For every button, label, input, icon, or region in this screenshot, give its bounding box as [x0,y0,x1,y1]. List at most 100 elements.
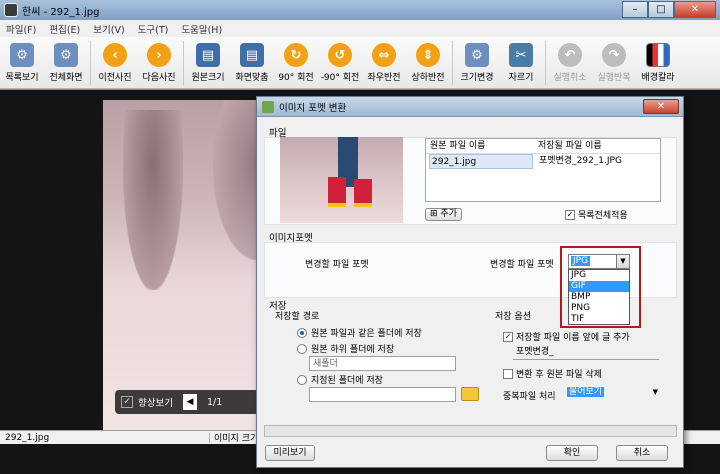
thumbnail-boot [354,179,372,207]
toolbar: ⚙ 목록보기 ⚙ 전체화면 ‹ 이전사진 › 다음사진 ▤ 원본크기 ▤ 화면맞춤 ↻ 90°… [0,37,720,89]
toolbar-redo-button[interactable]: ↷ 실행반복 [592,37,636,89]
radio-dot [297,374,307,385]
menu-file[interactable]: 파일(F) [6,22,36,36]
menu-help[interactable]: 도움말(H) [181,22,222,36]
fullscreen-icon: ⚙ [54,43,78,67]
toolbar-prev-button[interactable]: ‹ 이전사진 [93,37,137,89]
toolbar-fit-screen-button[interactable]: ▤ 화면맞춤 [230,37,274,89]
col-saved-header: 저장될 파일 이름 [538,141,602,151]
checkbox-box [503,368,513,379]
toolbar-flip-horizontal-button[interactable]: ⇔ 좌우반전 [362,37,406,89]
rotate-right-icon: ↻ [284,43,308,67]
toolbar-separator [545,41,546,85]
viewer-control-bar: ✓ 향상보기 ◀ 1/1 [115,390,260,414]
flip-vertical-icon: ⇕ [416,43,440,67]
toolbar-label: 상하반전 [411,73,445,83]
dialog-title-bar: 이미지 포멧 변환 ✕ [257,97,683,117]
rotate-left-icon: ↺ [328,43,352,67]
toolbar-undo-button[interactable]: ↶ 실행취소 [548,37,592,89]
thumbnail-image [280,137,403,223]
dialog-title: 이미지 포멧 변환 [279,102,347,114]
toolbar-flip-vertical-button[interactable]: ⇕ 상하반전 [406,37,450,89]
window-title: 한씨 - 292_1.jpg [22,6,100,18]
toolbar-label: 90° 회전 [278,73,314,83]
add-file-button[interactable]: ⊞ 추가 [425,208,462,221]
menu-tools[interactable]: 도구(T) [138,22,169,36]
dialog-close-button[interactable]: ✕ [643,99,679,114]
menu-edit[interactable]: 편집(E) [49,22,80,36]
prev-arrow-icon: ‹ [103,43,127,67]
saved-filename: 포멧변경_292_1.JPG [539,156,622,166]
toolbar-separator [90,41,91,85]
file-list-row[interactable]: 292_1.jpg 포멧변경_292_1.JPG [426,154,660,169]
checkbox-box: ✓ [565,209,575,220]
crop-icon: ✂ [509,43,533,67]
radio-subfolder[interactable]: 원본 하위 폴더에 저장 [297,342,394,355]
prev-page-button[interactable]: ◀ [182,394,197,410]
radio-same-folder[interactable]: 원본 파일과 같은 폴더에 저장 [297,326,422,339]
toolbar-rotate-right-button[interactable]: ↻ 90° 회전 [274,37,318,89]
toolbar-label: 좌우반전 [367,73,401,83]
toolbar-fullscreen-button[interactable]: ⚙ 전체화면 [44,37,88,89]
add-button-label: 추가 [440,209,457,219]
format-label-left: 변경할 파일 포멧 [305,260,369,270]
save-options-label: 저장 옵션 [495,312,531,322]
file-list[interactable]: 원본 파일 이름 저장될 파일 이름 292_1.jpg 포멧변경_292_1.… [425,138,661,202]
toolbar-crop-button[interactable]: ✂ 자르기 [499,37,543,89]
ok-button[interactable]: 확인 [546,445,598,461]
toolbar-separator [183,41,184,85]
prefix-checkbox[interactable]: ✓ 저장할 파일 이름 앞에 글 추가 [503,330,630,343]
minimize-button[interactable]: – [622,1,648,18]
duplicate-select[interactable]: 물어보기 ▼ [565,386,661,401]
folder-browse-icon[interactable] [461,387,479,401]
prefix-label: 저장할 파일 이름 앞에 글 추가 [516,333,630,343]
toolbar-background-color-button[interactable]: 배경칼라 [636,37,680,89]
custom-folder-input[interactable] [309,387,456,402]
toolbar-next-button[interactable]: › 다음사진 [137,37,181,89]
toolbar-label: 이전사진 [98,73,132,83]
toolbar-label: 전체화면 [49,73,83,83]
menu-view[interactable]: 보기(V) [93,22,124,36]
radio-dot [297,343,307,354]
menu-bar: 파일(F) 편집(E) 보기(V) 도구(T) 도움말(H) [0,20,720,37]
highlight-box [560,246,641,328]
flip-horizontal-icon: ⇔ [372,43,396,67]
app-window: 한씨 - 292_1.jpg – □ ✕ 파일(F) 편집(E) 보기(V) 도… [0,0,720,474]
prefix-input[interactable]: 포멧변경_ [513,345,659,360]
preview-button[interactable]: 미리보기 [265,445,315,461]
radio-sub-label: 원본 하위 폴더에 저장 [311,345,395,355]
snow-tree [123,110,183,290]
radio-dot [297,327,307,338]
format-convert-dialog: 이미지 포멧 변환 ✕ 파일 원본 파일 이름 저장될 파일 이름 292_1.… [256,96,684,468]
toolbar-label: 원본크기 [191,73,225,83]
app-icon [4,3,18,17]
radio-custom-folder[interactable]: 지정된 폴더에 저장 [297,373,383,386]
toolbar-resize-button[interactable]: ⚙ 크기변경 [455,37,499,89]
close-button[interactable]: ✕ [674,1,716,18]
toolbar-label: 실행취소 [553,73,587,83]
window-controls: – □ ✕ [622,1,716,18]
delete-original-label: 변환 후 원본 파일 삭제 [516,370,602,380]
toolbar-original-size-button[interactable]: ▤ 원본크기 [186,37,230,89]
thumbnail-boot [328,177,346,207]
radio-same-label: 원본 파일과 같은 폴더에 저장 [311,329,422,339]
file-list-header: 원본 파일 이름 저장될 파일 이름 [426,139,660,154]
dialog-icon [262,100,274,113]
status-filename: 292_1.jpg [0,432,210,443]
cancel-button[interactable]: 취소 [616,445,668,461]
fit-screen-icon: ▤ [240,43,264,67]
delete-original-checkbox[interactable]: 변환 후 원본 파일 삭제 [503,367,602,380]
toolbar-label: 크기변경 [460,73,494,83]
original-size-icon: ▤ [196,43,220,67]
save-path-label: 저장할 경로 [275,312,320,322]
format-label-right: 변경할 파일 포멧 [490,260,554,270]
original-filename: 292_1.jpg [429,154,533,169]
apply-all-label: 목록전체적용 [578,211,628,221]
toolbar-list-button[interactable]: ⚙ 목록보기 [0,37,44,89]
toolbar-label: 목록보기 [5,73,39,83]
subfolder-input[interactable]: 새폴더 [309,356,456,371]
apply-all-checkbox[interactable]: ✓ 목록전체적용 [565,208,628,221]
toolbar-rotate-left-button[interactable]: ↺ -90° 회전 [318,37,362,89]
maximize-button[interactable]: □ [648,1,674,18]
hq-checkbox[interactable]: ✓ [121,396,133,408]
